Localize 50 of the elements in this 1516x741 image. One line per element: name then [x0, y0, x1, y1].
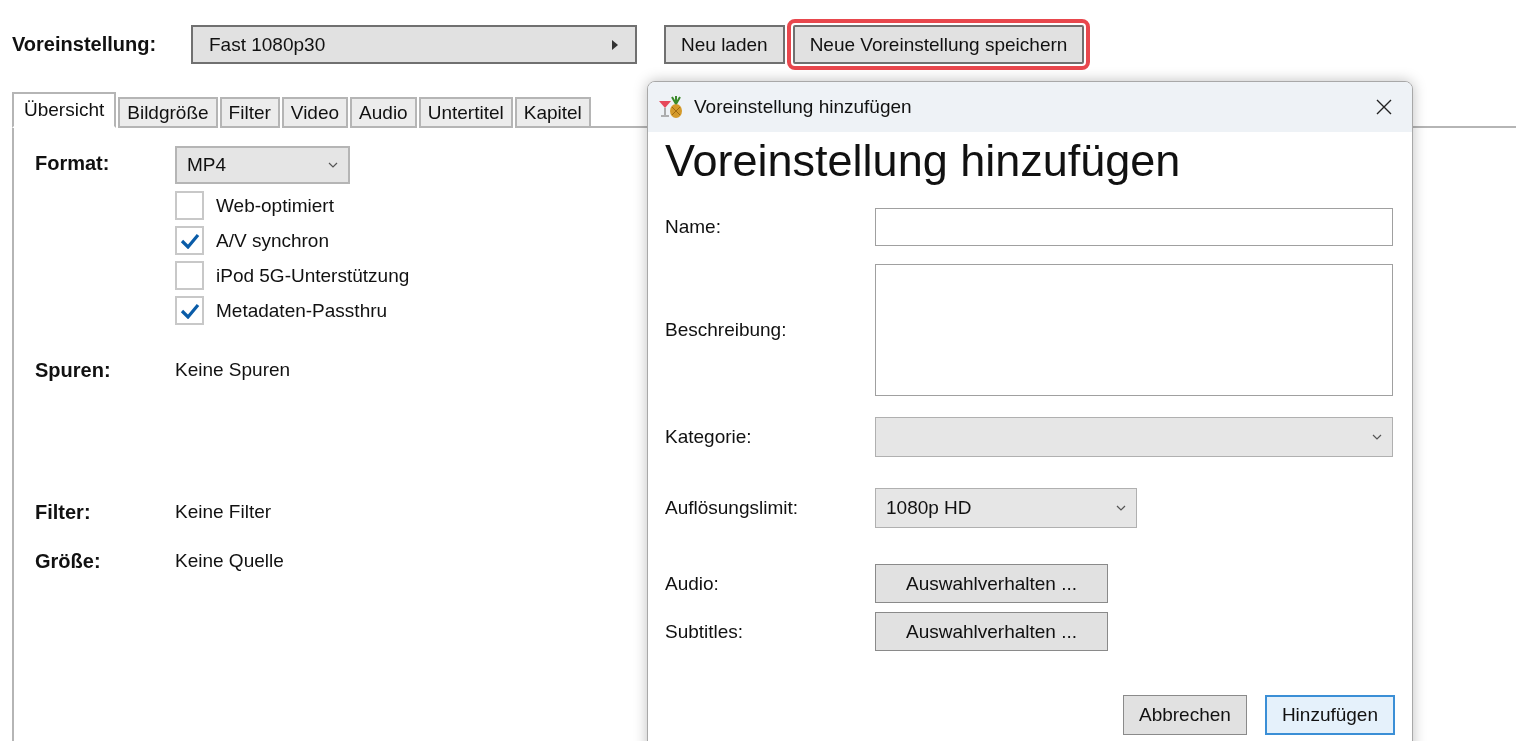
format-dropdown[interactable]: MP4 — [175, 146, 350, 184]
checkbox[interactable] — [175, 191, 204, 220]
summary-value: Keine Quelle — [175, 549, 284, 572]
caret-icon — [611, 38, 619, 51]
checkbox-label: Web-optimiert — [216, 194, 334, 217]
dialog-heading: Voreinstellung hinzufügen — [665, 134, 1182, 188]
field-label: Audio: — [665, 572, 720, 595]
format-label: Format: — [35, 151, 111, 175]
field-label: Auflösungslimit: — [665, 497, 800, 519]
category-dropdown[interactable]: 1080p HD — [875, 488, 1137, 528]
tab[interactable]: Bildgröße — [118, 97, 218, 128]
summary-value: Keine Spuren — [175, 358, 291, 381]
checkmark-icon — [179, 302, 200, 319]
checkbox-label: iPod 5G-Unterstützung — [216, 264, 410, 287]
selection-behavior-button[interactable]: Auswahlverhalten ... — [875, 612, 1108, 651]
cancel-button[interactable]: Abbrechen — [1122, 695, 1247, 735]
tab[interactable]: Filter — [219, 97, 280, 128]
tab[interactable]: Audio — [350, 97, 417, 128]
chevron-down-icon — [328, 162, 338, 168]
tab[interactable]: Kapitel — [514, 97, 591, 128]
tab[interactable]: Übersicht — [12, 92, 117, 128]
checkbox[interactable] — [175, 261, 204, 290]
category-dropdown[interactable] — [875, 417, 1393, 457]
checkbox[interactable] — [175, 226, 204, 255]
field-label: Kategorie: — [665, 426, 753, 448]
tab[interactable]: Video — [281, 97, 349, 128]
chevron-down-icon — [1116, 505, 1126, 511]
checkbox-label: Metadaten-Passthru — [216, 299, 388, 322]
summary-label: Filter: — [35, 500, 92, 524]
close-icon — [1376, 99, 1392, 115]
tab[interactable]: Untertitel — [418, 97, 513, 128]
add-button[interactable]: Hinzufügen — [1264, 695, 1395, 735]
description-input-field[interactable] — [875, 264, 1393, 396]
field-label: Subtitles: — [665, 620, 745, 643]
cocktail-pineapple-icon — [658, 95, 684, 119]
checkbox-label: A/V synchron — [216, 229, 329, 252]
selection-behavior-button[interactable]: Auswahlverhalten ... — [875, 564, 1108, 603]
checkbox[interactable] — [175, 296, 204, 325]
reload-button[interactable]: Neu laden — [664, 25, 785, 64]
name-input-field[interactable] — [875, 208, 1393, 246]
field-label: Name: — [665, 216, 722, 238]
summary-value: Keine Filter — [175, 500, 272, 523]
checkmark-icon — [179, 232, 200, 249]
summary-label: Spuren: — [35, 358, 112, 382]
dialog-title: Voreinstellung hinzufügen — [694, 96, 913, 118]
summary-label: Größe: — [35, 549, 102, 573]
chevron-down-icon — [1372, 434, 1382, 440]
field-label: Beschreibung: — [665, 319, 788, 341]
preset-selector[interactable]: Fast 1080p30 — [191, 25, 637, 64]
preset-label: Voreinstellung: — [12, 33, 158, 56]
